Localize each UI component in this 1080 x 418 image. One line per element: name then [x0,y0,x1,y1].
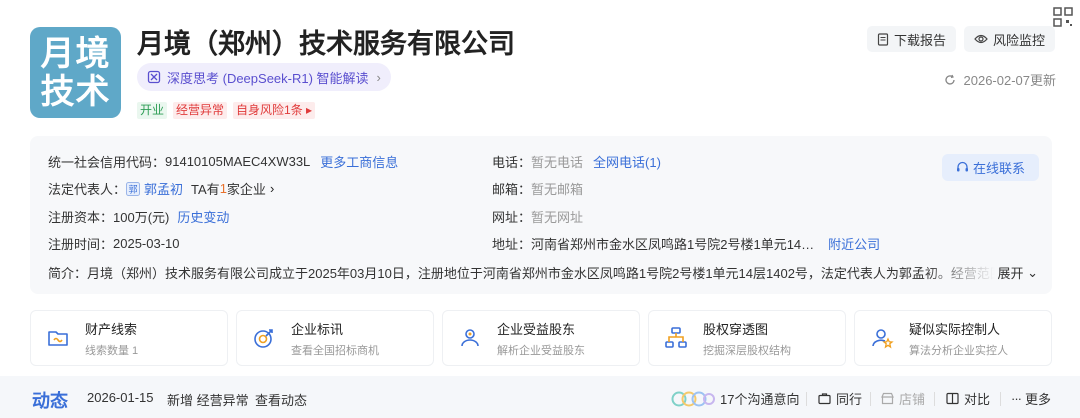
more-button[interactable]: ··· 更多 [1011,389,1051,408]
reg-time-row: 注册时间： 2025-03-10 [48,236,180,252]
feature-equity-chart[interactable]: 股权穿透图 挖掘深层股权结构 [648,310,846,366]
feature-beneficiary[interactable]: 企业受益股东 解析企业受益股东 [442,310,640,366]
address-row: 地址： 河南省郑州市金水区凤鸣路1号院2号楼1单元14… 附近公司 [492,234,880,253]
shareholder-icon [457,325,483,351]
status-badge-open: 开业 [137,102,168,119]
more-business-info-link[interactable]: 更多工商信息 [320,152,398,171]
document-icon [877,32,889,46]
controller-icon [869,325,895,351]
shop-button[interactable]: 店铺 [881,389,925,408]
capital-row: 注册资本： 100万(元) 历史变动 [48,207,229,226]
all-phones-link[interactable]: 全网电话(1) [593,152,661,171]
company-logo: 月境 技术 [30,27,121,118]
feature-bid-info[interactable]: 企业标讯 查看全国招标商机 [236,310,434,366]
peer-button[interactable]: 同行 [818,389,862,408]
website-row: 网址： 暂无网址 [492,207,583,226]
reg-time-value: 2025-03-10 [113,236,180,251]
dynamics-text: 新增 经营异常 [167,393,249,408]
ai-analysis-button[interactable]: 深度思考 (DeepSeek-R1) 智能解读 › [137,63,391,91]
bid-icon [251,325,277,351]
risk-monitor-button[interactable]: 风险监控 [964,26,1056,52]
communication-intent-button[interactable]: 17个沟通意向 [671,389,799,408]
risk-badge[interactable]: 自身风险1条 ▸ [233,102,316,119]
company-name: 月境（郑州）技术服务有限公司 [137,29,515,59]
email-row: 邮箱： 暂无邮箱 [492,179,583,198]
status-tags: 开业 经营异常 自身风险1条 ▸ [137,102,316,119]
chevron-right-icon: › [376,69,381,85]
feature-property-clues[interactable]: 财产线索 线索数量 1 [30,310,228,366]
shop-icon [881,392,894,405]
ai-sparkle-icon [147,70,161,84]
nearby-companies-link[interactable]: 附近公司 [828,234,880,253]
property-icon [45,325,71,351]
website-value: 暂无网址 [531,210,584,225]
ellipsis-icon: ··· [1011,391,1022,406]
view-dynamics-link[interactable]: 查看动态 [255,390,307,409]
chevron-right-icon[interactable]: › [270,181,274,196]
legal-rep-name[interactable]: 郭孟初 [144,179,183,198]
compare-icon [946,392,959,405]
phone-value: 暂无电话 [531,155,584,170]
feature-cards: 财产线索 线索数量 1 企业标讯 查看全国招标商机 企业受益股东 解析企业受益股东 股… [30,310,1052,366]
capital-value: 100万(元) [113,210,170,225]
qrcode-icon[interactable] [1052,6,1074,28]
credit-code-row: 统一社会信用代码： 91410105MAEC4XW33L 更多工商信息 [48,152,399,171]
compare-button[interactable]: 对比 [946,389,990,408]
company-intro: 简介： 月境（郑州）技术服务有限公司成立于2025年03月10日，注册地位于河南… [48,263,1038,282]
credit-code-value: 91410105MAEC4XW33L [165,154,311,169]
dynamics-date: 2026-01-15 [87,390,154,405]
feature-actual-controller[interactable]: 疑似实际控制人 算法分析企业实控人 [854,310,1052,366]
download-report-button[interactable]: 下载报告 [867,26,957,52]
history-change-link[interactable]: 历史变动 [177,207,229,226]
phone-row: 电话： 暂无电话 全网电话(1) [492,152,661,171]
refresh-icon [944,74,955,85]
ai-analysis-label: 深度思考 (DeepSeek-R1) 智能解读 [167,70,369,86]
dynamics-title: 动态 [32,391,68,411]
intro-text: 月境（郑州）技术服务有限公司成立于2025年03月10日，注册地位于河南省郑州市… [87,266,996,281]
equity-icon [663,325,689,351]
update-info[interactable]: 2026-02-07更新 [944,70,1056,89]
email-value: 暂无邮箱 [531,182,584,197]
status-badge-abnormal[interactable]: 经营异常 [173,102,228,119]
legal-rep-company-count: 1 [219,181,227,196]
headset-icon [956,161,968,172]
online-contact-button[interactable]: 在线联系 [942,154,1039,181]
address-value: 河南省郑州市金水区凤鸣路1号院2号楼1单元14… [531,237,815,252]
svg-text:郭: 郭 [129,183,138,195]
person-badge-icon: 郭 [126,181,141,196]
eye-icon [974,34,988,44]
avatar-group-icon [671,391,715,406]
chevron-down-icon: ⌄ [1027,264,1038,280]
briefcase-icon [818,393,831,405]
expand-button[interactable]: 展开 ⌄ [997,263,1038,282]
legal-rep-row: 法定代表人： 郭 郭孟初 TA有 1 家企业 › [48,179,275,198]
